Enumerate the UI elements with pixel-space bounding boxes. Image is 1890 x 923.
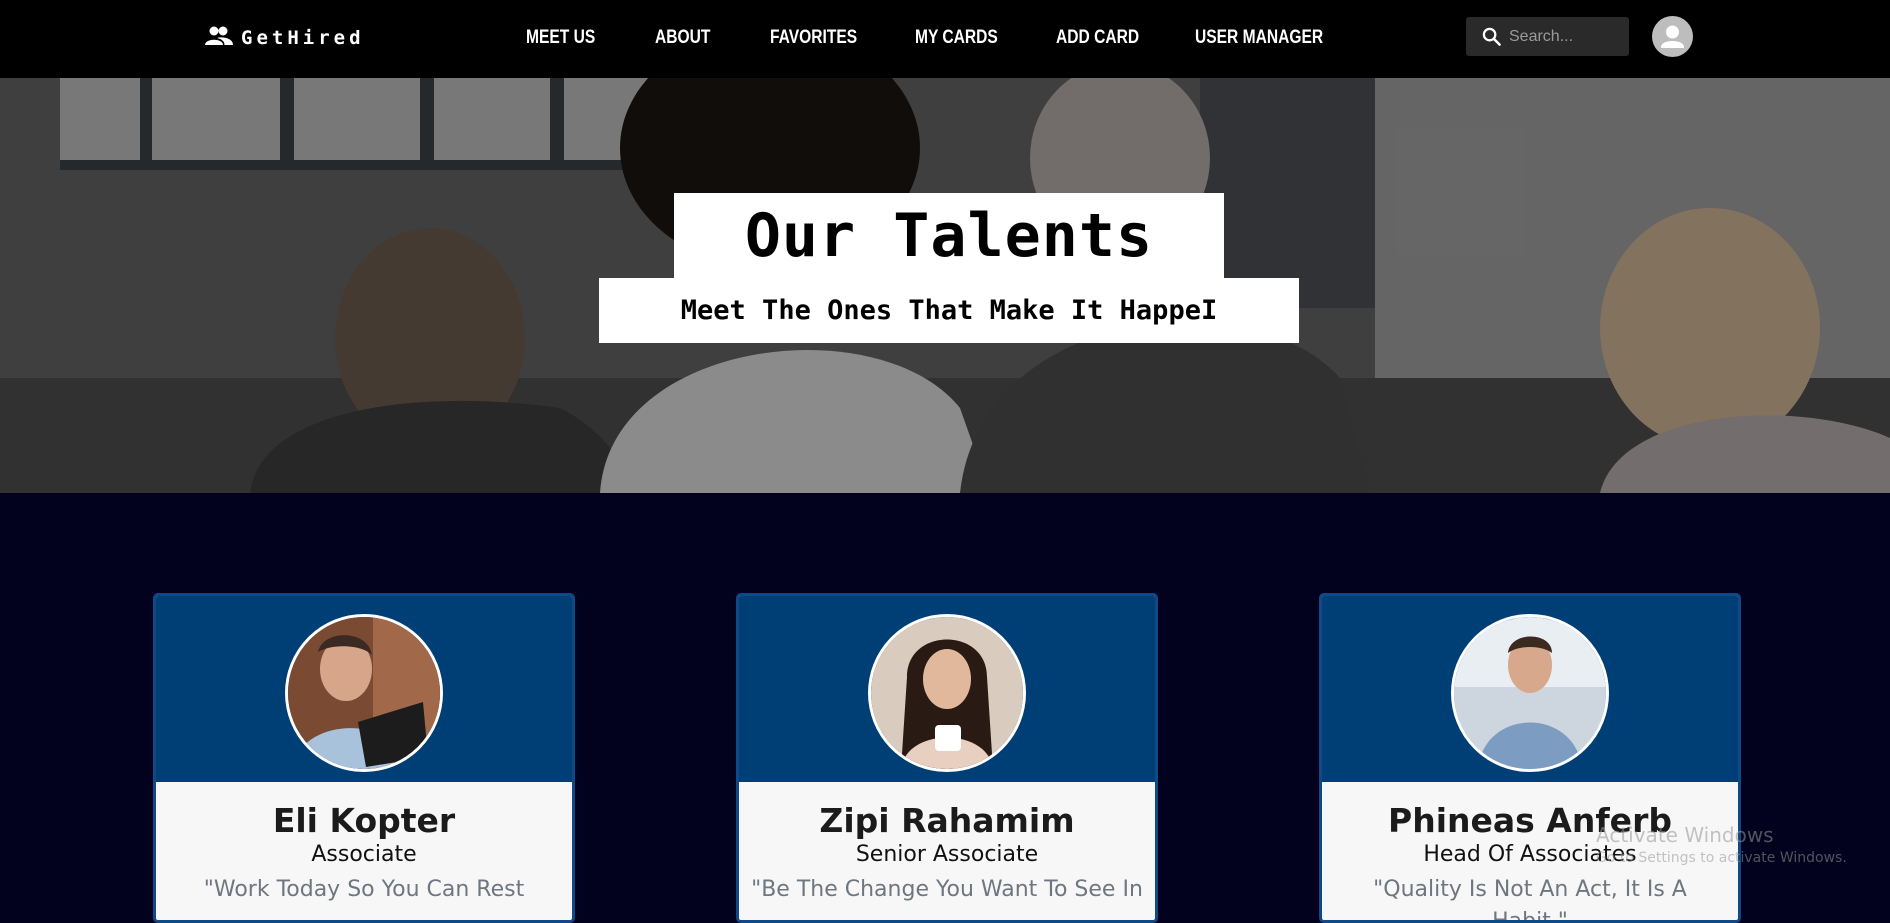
nav-link-about[interactable]: ABOUT xyxy=(655,22,710,54)
hero-title-box: Our Talents xyxy=(674,193,1224,279)
hero-title: Our Talents xyxy=(744,201,1154,271)
brand-name: GetHired xyxy=(241,27,365,49)
card-quote: "Work Today So You Can Rest xyxy=(203,877,525,902)
nav-link-my-cards[interactable]: MY CARDS xyxy=(915,22,998,54)
profile-photo xyxy=(285,614,443,772)
card-name: Zipi Rahamim xyxy=(819,801,1075,840)
people-icon xyxy=(205,25,233,52)
card-header xyxy=(1322,596,1738,782)
hero-banner: Our Talents Meet The Ones That Make It H… xyxy=(0,78,1890,493)
nav-link-add-card[interactable]: ADD CARD xyxy=(1056,22,1139,54)
card-role: Associate xyxy=(311,842,417,867)
talent-card[interactable]: Eli Kopter Associate "Work Today So You … xyxy=(153,593,575,923)
hero-subtitle: Meet The Ones That Make It HappeI xyxy=(680,295,1218,326)
search-icon xyxy=(1482,27,1501,46)
card-quote: "Quality Is Not An Act, It Is A Habit." xyxy=(1373,877,1687,923)
talent-card[interactable]: Phineas Anferb Head Of Associates "Quali… xyxy=(1319,593,1741,923)
navbar: GetHired MEET US ABOUT FAVORITES MY CARD… xyxy=(0,0,1890,78)
windows-activation-subtitle: Go to Settings to activate Windows. xyxy=(1596,850,1847,866)
search-input[interactable] xyxy=(1509,27,1619,46)
nav-link-favorites[interactable]: FAVORITES xyxy=(770,22,857,54)
profile-photo xyxy=(868,614,1026,772)
card-header xyxy=(156,596,572,782)
card-name: Eli Kopter xyxy=(272,801,456,840)
search-box[interactable] xyxy=(1466,17,1629,56)
hero-subtitle-box: Meet The Ones That Make It HappeI xyxy=(599,278,1299,343)
talent-card[interactable]: Zipi Rahamim Senior Associate "Be The Ch… xyxy=(736,593,1158,923)
card-header xyxy=(739,596,1155,782)
windows-activation-title: Activate Windows xyxy=(1596,823,1774,847)
card-role: Senior Associate xyxy=(855,842,1039,867)
nav-link-user-manager[interactable]: USER MANAGER xyxy=(1195,22,1323,54)
card-quote: "Be The Change You Want To See In xyxy=(751,877,1143,902)
brand-logo[interactable]: GetHired xyxy=(205,22,365,54)
nav-link-meet-us[interactable]: MEET US xyxy=(526,22,595,54)
profile-photo xyxy=(1451,614,1609,772)
user-avatar[interactable] xyxy=(1652,16,1693,57)
user-icon xyxy=(1652,16,1693,57)
